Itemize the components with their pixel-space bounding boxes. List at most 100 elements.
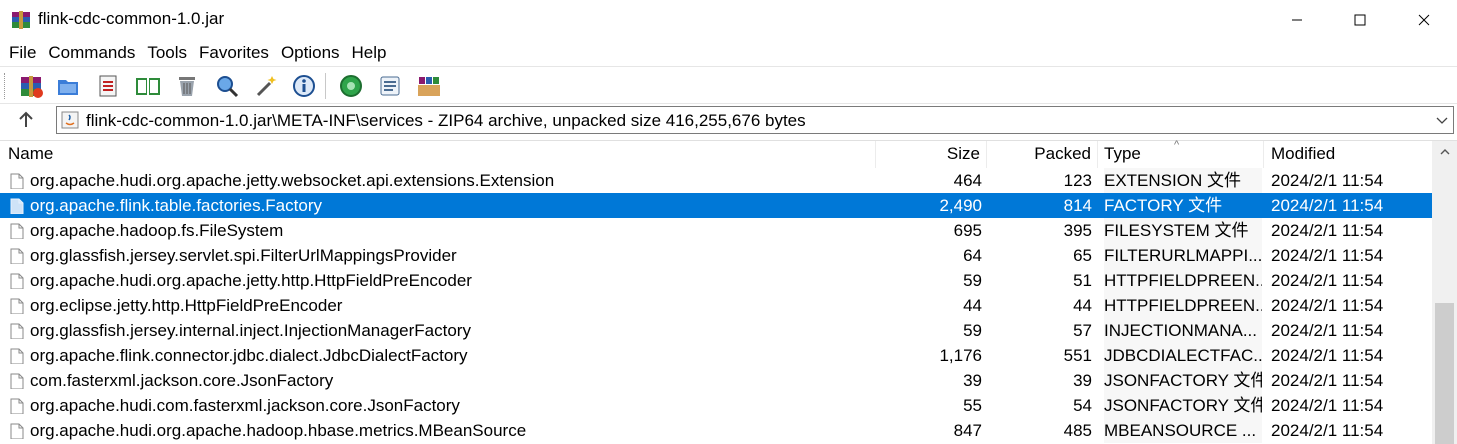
table-row[interactable]: org.apache.hudi.org.apache.jetty.http.Ht…: [0, 268, 1432, 293]
comment-icon: [380, 76, 400, 96]
file-size: 464: [953, 171, 982, 190]
menu-favorites[interactable]: Favorites: [193, 40, 275, 66]
column-modified[interactable]: Modified: [1264, 141, 1432, 168]
file-type: FILESYSTEM 文件: [1104, 218, 1262, 243]
delete-button[interactable]: [172, 71, 202, 101]
scrollbar-thumb[interactable]: [1435, 303, 1454, 444]
file-packed-size: 814: [1063, 196, 1092, 215]
file-size: 59: [963, 271, 982, 290]
file-modified: 2024/2/1 11:54: [1271, 396, 1384, 415]
menu-file[interactable]: File: [3, 40, 42, 66]
table-row[interactable]: com.fasterxml.jackson.core.JsonFactory 39…: [0, 368, 1432, 393]
extract-button[interactable]: [53, 71, 83, 101]
file-modified: 2024/2/1 11:54: [1271, 271, 1384, 290]
file-size: 39: [963, 371, 982, 390]
java-archive-icon: [61, 111, 79, 129]
table-row[interactable]: org.apache.hudi.org.apache.hadoop.hbase.…: [0, 418, 1432, 443]
column-name[interactable]: Name: [0, 141, 876, 168]
table-row[interactable]: org.eclipse.jetty.http.HttpFieldPreEncod…: [0, 293, 1432, 318]
comment-button[interactable]: [375, 71, 405, 101]
file-size: 59: [963, 321, 982, 340]
find-button[interactable]: [212, 71, 242, 101]
file-packed-size: 485: [1063, 421, 1092, 440]
file-icon: [10, 347, 24, 364]
file-type: FILTERURLMAPPI...: [1104, 243, 1262, 268]
file-icon: [10, 172, 24, 189]
address-path: flink-cdc-common-1.0.jar\META-INF\servic…: [86, 111, 806, 130]
file-modified: 2024/2/1 11:54: [1271, 296, 1384, 315]
title-bar: flink-cdc-common-1.0.jar: [0, 0, 1457, 40]
file-name: org.apache.hadoop.fs.FileSystem: [30, 221, 284, 240]
file-size: 2,490: [939, 196, 982, 215]
column-header: Name Size Packed Type ^ Modified: [0, 139, 1432, 168]
table-row[interactable]: org.apache.hadoop.fs.FileSystem 695 395 FIL…: [0, 218, 1432, 243]
sort-indicator-icon: ^: [1174, 139, 1180, 151]
scroll-up-button[interactable]: [1432, 141, 1457, 163]
file-type: EXTENSION 文件: [1104, 168, 1262, 193]
file-type: HTTPFIELDPREEN...: [1104, 268, 1262, 293]
file-icon: [10, 222, 24, 239]
info-button[interactable]: [289, 71, 319, 101]
file-modified: 2024/2/1 11:54: [1271, 371, 1384, 390]
table-row[interactable]: org.glassfish.jersey.internal.inject.Inj…: [0, 318, 1432, 343]
file-type: HTTPFIELDPREEN...: [1104, 293, 1262, 318]
file-icon: [10, 272, 24, 289]
file-modified: 2024/2/1 11:54: [1271, 221, 1384, 240]
file-modified: 2024/2/1 11:54: [1271, 196, 1384, 215]
table-row[interactable]: org.glassfish.jersey.servlet.spi.FilterU…: [0, 243, 1432, 268]
file-name: org.apache.hudi.com.fasterxml.jackson.co…: [30, 396, 460, 415]
wizard-button[interactable]: [251, 71, 281, 101]
file-name: org.glassfish.jersey.internal.inject.Inj…: [30, 321, 471, 340]
file-name: org.apache.flink.table.factories.Factory: [30, 196, 322, 215]
menu-tools[interactable]: Tools: [141, 40, 193, 66]
view-button[interactable]: [133, 71, 163, 101]
test-icon: [99, 75, 117, 97]
view-icon: [136, 78, 160, 95]
file-modified: 2024/2/1 11:54: [1271, 421, 1384, 440]
test-button[interactable]: [93, 71, 123, 101]
add-icon: [21, 76, 43, 98]
minimize-button[interactable]: [1264, 0, 1330, 40]
table-row[interactable]: org.apache.hudi.org.apache.jetty.websock…: [0, 168, 1432, 193]
table-row[interactable]: org.apache.flink.connector.jdbc.dialect.…: [0, 343, 1432, 368]
column-size[interactable]: Size: [876, 141, 987, 168]
extract-icon: [58, 80, 78, 95]
winrar-app-icon[interactable]: [11, 10, 31, 30]
file-packed-size: 54: [1073, 396, 1092, 415]
address-row: flink-cdc-common-1.0.jar\META-INF\servic…: [0, 103, 1457, 137]
up-one-level-button[interactable]: [14, 108, 38, 132]
chevron-down-icon[interactable]: [1435, 113, 1449, 127]
table-row[interactable]: org.apache.flink.table.factories.Factory…: [0, 193, 1432, 218]
file-type: JDBCDIALECTFAC...: [1104, 343, 1262, 368]
maximize-button[interactable]: [1327, 0, 1393, 40]
table-row[interactable]: org.apache.hudi.com.fasterxml.jackson.co…: [0, 393, 1432, 418]
file-icon: [10, 422, 24, 439]
file-icon: [10, 372, 24, 389]
vertical-scrollbar[interactable]: [1432, 141, 1457, 444]
file-name: org.apache.hudi.org.apache.hadoop.hbase.…: [30, 421, 527, 440]
column-type[interactable]: Type: [1098, 141, 1264, 168]
file-packed-size: 551: [1063, 346, 1092, 365]
file-modified: 2024/2/1 11:54: [1271, 346, 1384, 365]
wizard-icon: [256, 76, 277, 97]
file-packed-size: 44: [1073, 296, 1092, 315]
file-type: MBEANSOURCE ...: [1104, 418, 1262, 443]
file-name: com.fasterxml.jackson.core.JsonFactory: [30, 371, 334, 390]
menu-help[interactable]: Help: [346, 40, 393, 66]
column-packed[interactable]: Packed: [987, 141, 1098, 168]
window-title: flink-cdc-common-1.0.jar: [38, 9, 225, 28]
toolbar: [0, 66, 1457, 103]
virus-scan-button[interactable]: [336, 71, 366, 101]
menu-options[interactable]: Options: [275, 40, 346, 66]
file-icon: [10, 197, 24, 214]
file-packed-size: 65: [1073, 246, 1092, 265]
toolbar-grip[interactable]: [4, 73, 7, 99]
close-button[interactable]: [1391, 0, 1457, 40]
file-size: 55: [963, 396, 982, 415]
sfx-button[interactable]: [414, 71, 444, 101]
address-field[interactable]: flink-cdc-common-1.0.jar\META-INF\servic…: [56, 106, 1454, 134]
file-type: JSONFACTORY 文件: [1104, 368, 1262, 393]
virus-scan-icon: [340, 75, 362, 97]
menu-commands[interactable]: Commands: [42, 40, 141, 66]
add-button[interactable]: [16, 71, 46, 101]
